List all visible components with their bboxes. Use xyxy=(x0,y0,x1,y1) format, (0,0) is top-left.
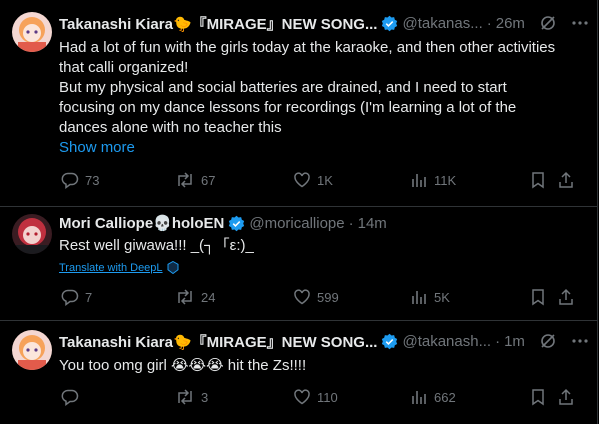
repost-button[interactable]: 67 xyxy=(175,171,215,189)
handle[interactable]: @moricalliope xyxy=(249,215,344,232)
tweet-actions: 3 110 662 xyxy=(59,388,585,408)
display-name[interactable]: Takanashi Kiara🐤『MIRAGE』NEW SONG... xyxy=(59,13,377,34)
reply-button[interactable]: 7 xyxy=(61,288,92,306)
tweet-text: Had a lot of fun with the girls today at… xyxy=(59,38,585,138)
display-name[interactable]: Mori Calliope💀holoEN xyxy=(59,214,224,232)
tweet-text: You too omg girl 😭😭😭 hit the Zs!!!! xyxy=(59,356,585,376)
translate-label: Translate with DeepL xyxy=(59,261,163,274)
repost-icon xyxy=(178,389,192,405)
reply-button[interactable]: 73 xyxy=(61,171,99,189)
bookmark-icon xyxy=(532,389,544,406)
share-icon xyxy=(559,388,573,405)
separator: · xyxy=(348,214,354,232)
grok-icon[interactable] xyxy=(539,14,557,32)
tweet-kiara-2[interactable]: Takanashi Kiara🐤『MIRAGE』NEW SONG... @tak… xyxy=(0,320,597,424)
tweet-actions: 7 24 599 5K xyxy=(59,288,585,308)
tweet-text: Rest well giwawa!!! _(┐「ε:)_ xyxy=(59,236,585,256)
timestamp[interactable]: 14m xyxy=(358,215,387,232)
reply-icon xyxy=(61,289,79,306)
bookmark-button[interactable] xyxy=(529,288,547,306)
tweet-line: focusing on my dance lessons for recordi… xyxy=(59,99,517,116)
like-button[interactable]: 110 xyxy=(293,388,338,406)
bookmark-icon xyxy=(532,172,544,189)
bookmark-icon xyxy=(532,289,544,306)
tweet-line: You too omg girl 😭😭😭 hit the Zs!!!! xyxy=(59,357,307,374)
share-icon xyxy=(559,288,573,305)
views-count: 5K xyxy=(434,289,450,305)
verified-badge-icon xyxy=(382,15,398,31)
avatar-calliope[interactable] xyxy=(12,214,52,254)
verified-badge-icon xyxy=(229,215,245,231)
repost-button[interactable]: 3 xyxy=(175,388,208,406)
reply-icon xyxy=(61,389,79,406)
like-count: 599 xyxy=(317,289,339,305)
like-button[interactable]: 599 xyxy=(293,288,339,306)
like-count: 110 xyxy=(317,389,338,405)
reply-button[interactable] xyxy=(61,388,85,406)
views-icon xyxy=(412,391,426,404)
reply-count: 7 xyxy=(85,289,93,305)
handle[interactable]: @takanash... xyxy=(402,333,491,350)
reply-icon xyxy=(61,172,79,189)
tweet-line: dances alone with no teacher this xyxy=(59,119,282,136)
timeline: Takanashi Kiara🐤『MIRAGE』NEW SONG... @tak… xyxy=(0,0,598,424)
views-icon xyxy=(412,174,426,187)
bookmark-button[interactable] xyxy=(529,171,547,189)
repost-icon xyxy=(178,289,192,305)
timestamp[interactable]: 26m xyxy=(496,15,525,32)
tweet-calliope[interactable]: Mori Calliope💀holoEN @moricalliope · 14m… xyxy=(0,206,597,321)
like-icon xyxy=(294,389,310,405)
avatar-kiara[interactable] xyxy=(12,12,52,52)
more-icon[interactable] xyxy=(571,332,589,350)
tweet-kiara-1[interactable]: Takanashi Kiara🐤『MIRAGE』NEW SONG... @tak… xyxy=(0,0,597,207)
show-more-link[interactable]: Show more xyxy=(59,139,135,156)
display-name[interactable]: Takanashi Kiara🐤『MIRAGE』NEW SONG... xyxy=(59,331,377,352)
more-icon[interactable] xyxy=(571,14,589,32)
views-count: 11K xyxy=(434,172,457,188)
timestamp[interactable]: 1m xyxy=(504,333,525,350)
repost-icon xyxy=(178,172,192,188)
views-button[interactable]: 5K xyxy=(410,288,450,306)
share-button[interactable] xyxy=(557,171,575,189)
bookmark-button[interactable] xyxy=(529,388,547,406)
like-button[interactable]: 1K xyxy=(293,171,333,189)
handle[interactable]: @takanas... xyxy=(402,15,482,32)
repost-button[interactable]: 24 xyxy=(175,288,215,306)
reply-count: 73 xyxy=(85,172,100,188)
views-button[interactable]: 11K xyxy=(410,171,456,189)
separator: · xyxy=(495,332,501,350)
grok-icon[interactable] xyxy=(539,332,557,350)
like-icon xyxy=(294,289,310,305)
views-button[interactable]: 662 xyxy=(410,388,456,406)
repost-count: 67 xyxy=(201,172,216,188)
share-button[interactable] xyxy=(557,288,575,306)
repost-count: 3 xyxy=(201,389,209,405)
tweet-actions: 73 67 1K 11K xyxy=(59,171,585,191)
tweet-header: Takanashi Kiara🐤『MIRAGE』NEW SONG... @tak… xyxy=(59,12,589,34)
tweet-line: Rest well giwawa!!! _(┐「ε:)_ xyxy=(59,237,254,254)
share-icon xyxy=(559,171,573,188)
like-icon xyxy=(294,172,310,188)
tweet-header: Takanashi Kiara🐤『MIRAGE』NEW SONG... @tak… xyxy=(59,330,589,352)
tweet-line: But my physical and social batteries are… xyxy=(59,79,507,96)
verified-badge-icon xyxy=(382,333,398,349)
tweet-header: Mori Calliope💀holoEN @moricalliope · 14m xyxy=(59,212,589,234)
share-button[interactable] xyxy=(557,388,575,406)
tweet-line: that calli organized! xyxy=(59,59,189,76)
like-count: 1K xyxy=(317,172,333,188)
views-icon xyxy=(412,291,426,304)
repost-count: 24 xyxy=(201,289,216,305)
separator: · xyxy=(486,14,492,32)
views-count: 662 xyxy=(434,389,456,405)
tweet-line: Had a lot of fun with the girls today at… xyxy=(59,39,556,56)
avatar-kiara[interactable] xyxy=(12,330,52,370)
translate-link[interactable]: Translate with DeepL xyxy=(59,261,179,274)
deepl-icon xyxy=(167,261,179,274)
